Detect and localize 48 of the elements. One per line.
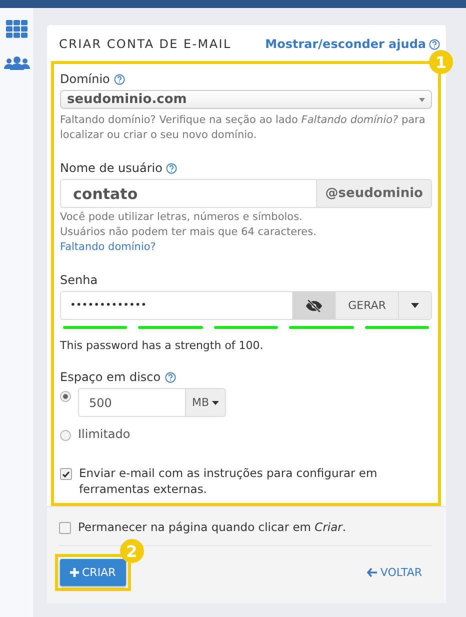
create-button[interactable]: CRIAR: [60, 559, 126, 586]
help-icon[interactable]: [164, 372, 176, 382]
radio-button[interactable]: [60, 430, 71, 441]
missing-domain-link[interactable]: Faltando domínio?: [60, 240, 432, 255]
username-input[interactable]: contato: [60, 179, 316, 208]
strength-text: This password has a strength of 100.: [60, 339, 264, 352]
hint-text: Faltando domínio? Verifique na seção ao lado Faltando domínio? para localizar ou criar o seu novo domínio.: [60, 113, 426, 143]
card-title: CRIAR CONTA DE E-MAIL: [59, 37, 232, 51]
grid-icon[interactable]: [6, 20, 28, 38]
back-link[interactable]: VOLTAR: [367, 566, 422, 579]
callout-badge: 2: [120, 539, 144, 563]
caret-icon: [411, 303, 419, 308]
strength-bar: [364, 326, 430, 329]
checkbox-label: Enviar e-mail com as instruções para configurar em ferramentas externas.: [79, 465, 378, 497]
field-label: Nome de usuário: [60, 161, 162, 175]
domain-select[interactable]: seudominio.com: [60, 90, 432, 109]
hint-text: Você pode utilizar letras, números e símbolos.: [60, 210, 304, 225]
visibility-toggle-button[interactable]: [292, 291, 336, 320]
arrow-left-icon: [367, 568, 378, 577]
checkbox[interactable]: [60, 468, 72, 480]
option-label: Ilimitado: [78, 427, 130, 441]
dropdown-button[interactable]: [398, 291, 432, 320]
strength-bar: [63, 326, 128, 329]
plus-icon: [70, 568, 79, 577]
caret-icon: [419, 98, 425, 102]
field-label: Espaço em disco: [60, 370, 161, 384]
domain-suffix: @seudominio: [316, 179, 432, 208]
checkbox-label: Permanecer na página quando clicar em Criar.: [78, 519, 346, 535]
help-icon[interactable]: [429, 38, 440, 50]
password-input[interactable]: •••••••••••••: [60, 291, 292, 320]
caret-icon: [212, 400, 220, 404]
users-icon[interactable]: [4, 56, 30, 70]
help-toggle-link[interactable]: Mostrar/esconder ajuda: [265, 37, 440, 51]
strength-bar: [138, 326, 203, 329]
strength-bar: [214, 326, 278, 329]
unit-dropdown[interactable]: MB: [186, 388, 226, 417]
checkbox[interactable]: [59, 522, 71, 534]
generate-button[interactable]: GERAR: [335, 291, 398, 320]
callout-badge: 1: [429, 50, 453, 74]
hint-text: Usuários não podem ter mais que 64 caracteres.: [60, 225, 318, 240]
strength-bar: [289, 326, 354, 329]
field-label: Domínio: [60, 72, 110, 86]
eye-slash-icon: [305, 300, 324, 312]
quota-input[interactable]: 500: [78, 388, 186, 417]
help-icon[interactable]: [166, 162, 178, 174]
radio-button[interactable]: [60, 391, 71, 402]
help-icon[interactable]: [114, 74, 125, 84]
field-label: Senha: [60, 273, 98, 287]
